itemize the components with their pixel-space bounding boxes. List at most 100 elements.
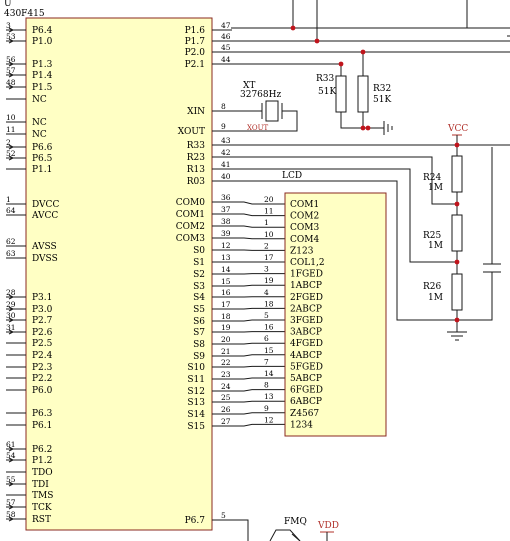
lcd-pin-number: 17 [264, 253, 274, 262]
buzzer-fmq: FMQ VDD [231, 517, 339, 541]
mcu-right-pin-number: 14 [221, 265, 231, 274]
mcu-lcd-net [232, 389, 285, 392]
mcu-left-pin-label: P3.1 [32, 293, 52, 303]
mcu-left-pin-label: P6.4 [32, 26, 53, 36]
mcu-left-pin-number: 1 [6, 195, 11, 204]
mcu-left-pin-label: P2.2 [32, 374, 52, 384]
mcu-right-pin-number: 45 [221, 43, 231, 52]
mcu-left-pin-label: P1.3 [32, 60, 53, 70]
mcu-right-pin-number: 41 [221, 160, 231, 169]
mcu-left-pin-label: P6.6 [32, 143, 53, 153]
lcd-pin-number: 15 [264, 346, 274, 355]
lcd-pin-number: 13 [264, 392, 274, 401]
lcd-pins: COM1 20 COM2 11 COM3 1 COM4 10 Z123 2 COL1,2 17 1FGE… [264, 195, 325, 430]
lcd-pin-number: 19 [264, 276, 274, 285]
junction-dot [454, 142, 460, 148]
junction-dot [314, 38, 320, 44]
lcd-pin-number: 6 [264, 334, 269, 343]
mcu-right-pin-label: COM3 [176, 234, 205, 244]
mcu-right-pin-label: R23 [187, 153, 206, 163]
port-bus-wires [231, 0, 510, 76]
mcu-right-pin-label: R13 [187, 165, 206, 175]
mcu-lcd-net [232, 365, 285, 368]
mcu-lcd-net [232, 307, 285, 310]
mcu-right-pin-number: 44 [221, 55, 231, 64]
mcu-left-pin-label: RST [32, 515, 51, 525]
mcu-right-pin-number: 13 [221, 253, 231, 262]
r33-ref: R33 [316, 74, 335, 84]
mcu-right-pin-number: 16 [221, 288, 231, 297]
mcu-right-pin-number: 19 [221, 323, 231, 332]
mcu-right-pin-number: 9 [221, 122, 226, 131]
mcu-left-pin-label: AVSS [31, 242, 57, 252]
mcu-right-pin-number: 23 [221, 370, 231, 379]
mcu-right-pin-label: COM1 [176, 210, 205, 220]
junction-dot [360, 49, 366, 55]
mcu-right-pin-label: XOUT [178, 127, 205, 137]
mcu-right-pin-label: S12 [187, 387, 205, 397]
lcd-pin-label: 1ABCP [290, 281, 322, 291]
lcd-pin-number: 5 [264, 311, 269, 320]
mcu-right-pin-number: 18 [221, 312, 231, 321]
mcu-lcd-net [232, 213, 285, 217]
lcd-pin-number: 2 [264, 241, 269, 250]
mcu-ref: U [4, 0, 12, 9]
lcd-pin-number: 11 [264, 207, 274, 216]
crystal-xt: XT 32768Hz XOUT [231, 81, 298, 132]
mcu-lcd-net [232, 423, 285, 427]
resistor-r24 [451, 155, 463, 193]
mcu-right-pin-label: S14 [187, 410, 205, 420]
mcu-left-pin-label: P1.2 [32, 456, 52, 466]
mcu-lcd-net [232, 342, 285, 345]
mcu-left-pin-number: 63 [6, 249, 16, 258]
mcu-right-pin-label: S3 [193, 282, 205, 292]
lcd-pin-label: Z123 [290, 246, 314, 256]
mcu-right-pin-number: 36 [221, 193, 231, 202]
mcu-right-pin-number: 40 [221, 172, 231, 181]
r33-value: 51K [318, 87, 336, 97]
ground-icon [383, 121, 393, 135]
mcu-left-pin-label: DVSS [32, 254, 58, 264]
mcu-right-pin-label: S10 [187, 363, 205, 373]
lcd-pin-number: 7 [264, 357, 269, 366]
mcu-left-pin-label: TDO [32, 468, 53, 478]
mcu-lcd-net [232, 400, 285, 403]
resistor-r33 [335, 75, 347, 113]
resistor-r26 [451, 273, 463, 311]
mcu-left-pin-number: 11 [6, 125, 16, 134]
mcu-right-pin-number: 37 [221, 205, 231, 214]
mcu-left-pin-label: P1.0 [32, 37, 53, 47]
lcd-pin-label: COL1,2 [290, 258, 325, 268]
mcu-right-pin-label: S1 [193, 258, 205, 268]
mcu-left-pin-label: P2.5 [32, 339, 53, 349]
mcu-right-pin-number: 43 [221, 136, 231, 145]
mcu-right-pin-label: COM2 [176, 222, 205, 232]
mcu-left-pin-label: P2.7 [32, 316, 53, 326]
mcu-right-pin-number: 15 [221, 277, 231, 286]
mcu-right-pin-number: 24 [221, 382, 231, 391]
mcu-left-pin-label: P1.4 [32, 71, 53, 81]
lcd-pin-number: 1 [264, 218, 269, 227]
mcu-right-pin-number: 26 [221, 405, 231, 414]
r26-value: 1M [428, 293, 443, 303]
mcu-right-pin-label: R33 [187, 141, 206, 151]
junction-dot [454, 201, 460, 207]
mcu-left-pin-label: P6.3 [32, 409, 53, 419]
mcu-right-pin-label: S7 [193, 328, 205, 338]
mcu-right-pin-label: COM0 [176, 198, 205, 208]
crystal-net-label: XOUT [247, 124, 268, 132]
mcu-right-pin-number: 20 [221, 335, 231, 344]
lcd-pin-number: 20 [264, 195, 274, 204]
mcu-left-pin-number: 64 [6, 206, 16, 215]
mcu-lcd-net [232, 284, 285, 287]
vcc-label: VCC [447, 124, 468, 134]
junction-dot [360, 125, 366, 131]
r32-ref: R32 [373, 84, 391, 94]
mcu-right-pin-label: S11 [187, 375, 205, 385]
mcu-right-pin-label: S9 [193, 352, 205, 362]
resistor-r32 [357, 75, 369, 113]
junction-dot [290, 25, 296, 31]
mcu-left-pin-label: TMS [32, 491, 53, 501]
mcu-right-pin-number: 8 [221, 102, 226, 111]
mcu-right-pin-number: 39 [221, 229, 231, 238]
